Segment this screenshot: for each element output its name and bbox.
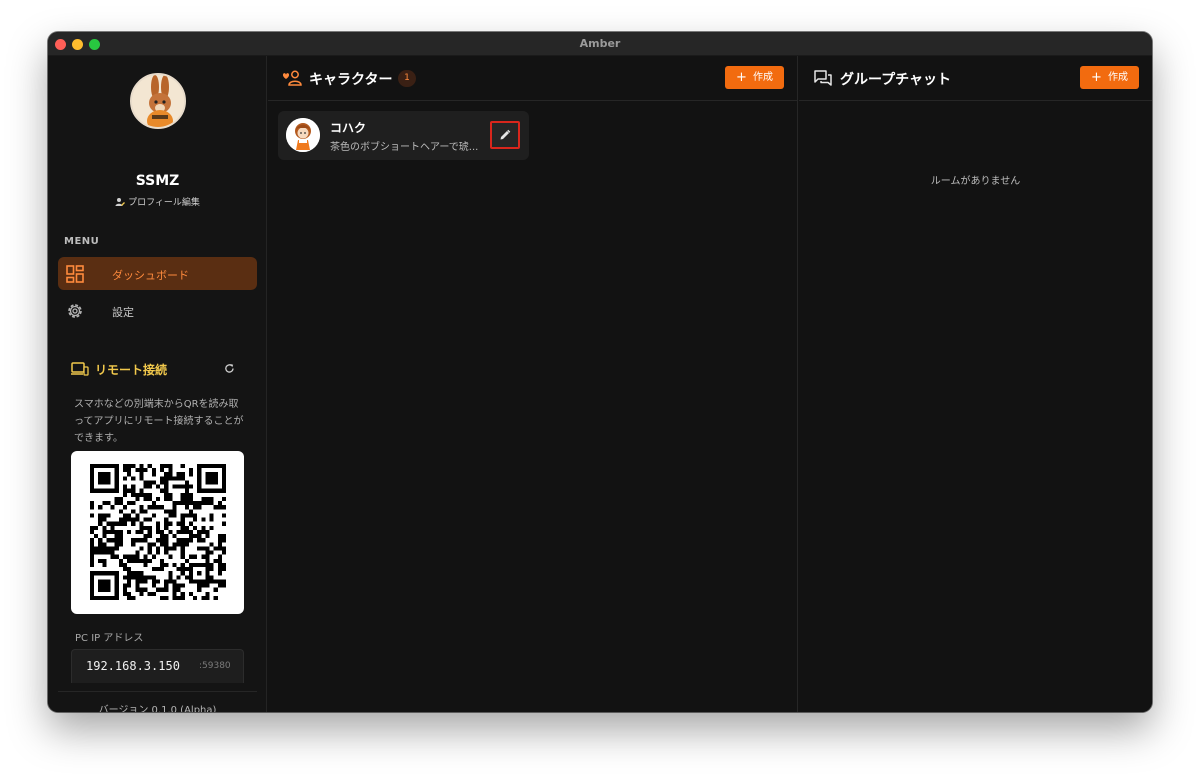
gear-icon bbox=[68, 304, 82, 318]
character-name: コハク bbox=[330, 121, 367, 135]
group-chat-header: グループチャット + 作成 bbox=[799, 56, 1152, 101]
remote-connection-title: リモート接続 bbox=[95, 363, 168, 377]
dashboard-icon bbox=[66, 265, 84, 283]
character-card[interactable]: コハク 茶色のボブショートヘアーで琥... bbox=[278, 111, 529, 160]
sidebar: SSMZ プロフィール編集 MENU ダッシュボード 設定 リモート接続 スマホ… bbox=[48, 56, 267, 712]
version-label: バージョン 0.1.0 (Alpha) bbox=[98, 705, 217, 712]
person-heart-icon bbox=[282, 70, 302, 86]
profile-edit-link[interactable]: プロフィール編集 bbox=[48, 195, 267, 208]
chat-bubbles-icon bbox=[814, 70, 832, 86]
group-chat-title: グループチャット bbox=[840, 72, 952, 88]
title-bar: Amber bbox=[48, 32, 1152, 56]
app-window: Amber SSMZ プロフィール編集 MENU ダッシュボード 設定 リモート… bbox=[48, 32, 1152, 712]
character-description: 茶色のボブショートヘアーで琥... bbox=[330, 142, 479, 153]
edit-character-button[interactable] bbox=[490, 121, 520, 149]
username: SSMZ bbox=[135, 173, 180, 189]
characters-pane: キャラクター 1 + 作成 コハク 茶色のボブショートヘアーで琥... bbox=[268, 56, 798, 712]
nav-item-settings[interactable]: 設定 bbox=[58, 294, 257, 327]
menu-label: MENU bbox=[64, 236, 100, 247]
empty-rooms-message: ルームがありません bbox=[930, 176, 1021, 187]
person-edit-icon bbox=[115, 198, 126, 206]
characters-title: キャラクター bbox=[309, 72, 393, 88]
window-title: Amber bbox=[579, 37, 621, 50]
ip-address-value: 192.168.3.150 bbox=[86, 659, 180, 673]
nav-item-dashboard[interactable]: ダッシュボード bbox=[58, 257, 257, 290]
nav-item-label: ダッシュボード bbox=[112, 269, 189, 282]
create-group-label: 作成 bbox=[1107, 72, 1128, 83]
pencil-icon bbox=[500, 129, 511, 140]
qr-code bbox=[71, 451, 244, 614]
character-avatar bbox=[286, 118, 320, 152]
divider bbox=[58, 691, 257, 692]
refresh-icon[interactable] bbox=[224, 363, 235, 374]
ip-address-field[interactable]: 192.168.3.150 :59380 bbox=[71, 649, 244, 683]
create-group-button[interactable]: + 作成 bbox=[1080, 66, 1139, 89]
characters-header: キャラクター 1 + 作成 bbox=[268, 56, 797, 101]
plus-icon: + bbox=[736, 70, 747, 85]
ip-address-label: PC IP アドレス bbox=[75, 633, 144, 644]
character-count-badge: 1 bbox=[398, 70, 416, 87]
plus-icon: + bbox=[1091, 70, 1102, 85]
group-chat-pane: グループチャット + 作成 ルームがありません bbox=[799, 56, 1152, 712]
create-character-label: 作成 bbox=[752, 72, 773, 83]
user-avatar[interactable] bbox=[130, 73, 186, 129]
ip-port-value: :59380 bbox=[199, 661, 231, 671]
devices-icon bbox=[71, 362, 89, 376]
create-character-button[interactable]: + 作成 bbox=[725, 66, 784, 89]
nav-item-label: 設定 bbox=[112, 306, 134, 319]
remote-connection-description: スマホなどの別端末からQRを読み取ってアプリにリモート接続することができます。 bbox=[74, 399, 244, 444]
profile-edit-label: プロフィール編集 bbox=[128, 198, 200, 208]
